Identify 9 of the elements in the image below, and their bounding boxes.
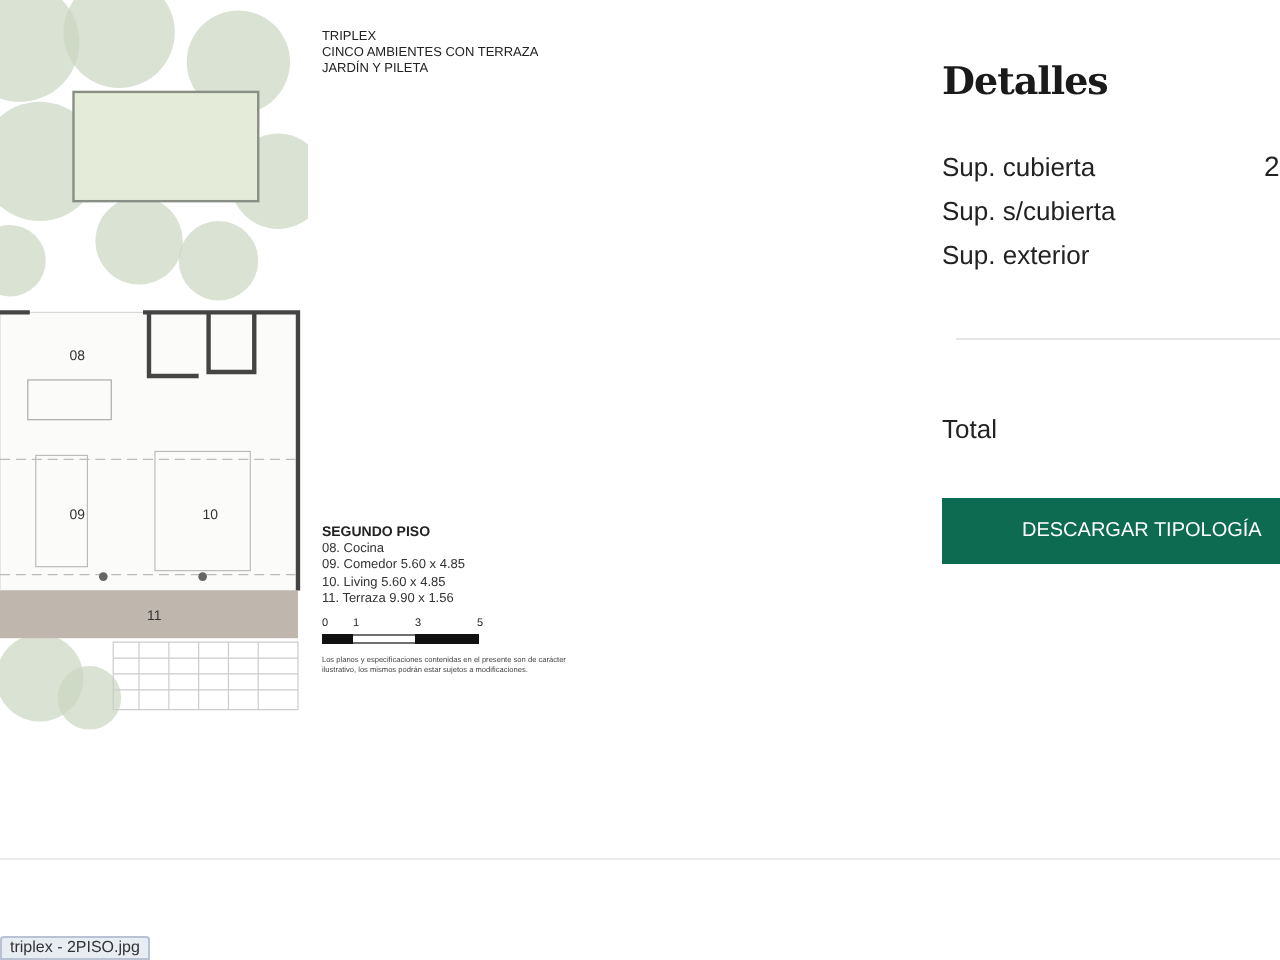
- detail-label: Sup. cubierta: [942, 151, 1098, 181]
- scale-bar-icon: [321, 634, 480, 645]
- download-button[interactable]: DESCARGAR TIPOLOGÍA: [942, 498, 1280, 564]
- detail-label: Sup. exterior: [942, 239, 1092, 269]
- detail-label: Sup. s/cubierta: [942, 195, 1118, 225]
- file-tooltip: triplex - 2PISO.jpg: [0, 936, 150, 960]
- total-label: Total: [942, 414, 999, 444]
- detail-value: 2: [1264, 150, 1280, 182]
- details-heading: Detalles: [942, 60, 1110, 104]
